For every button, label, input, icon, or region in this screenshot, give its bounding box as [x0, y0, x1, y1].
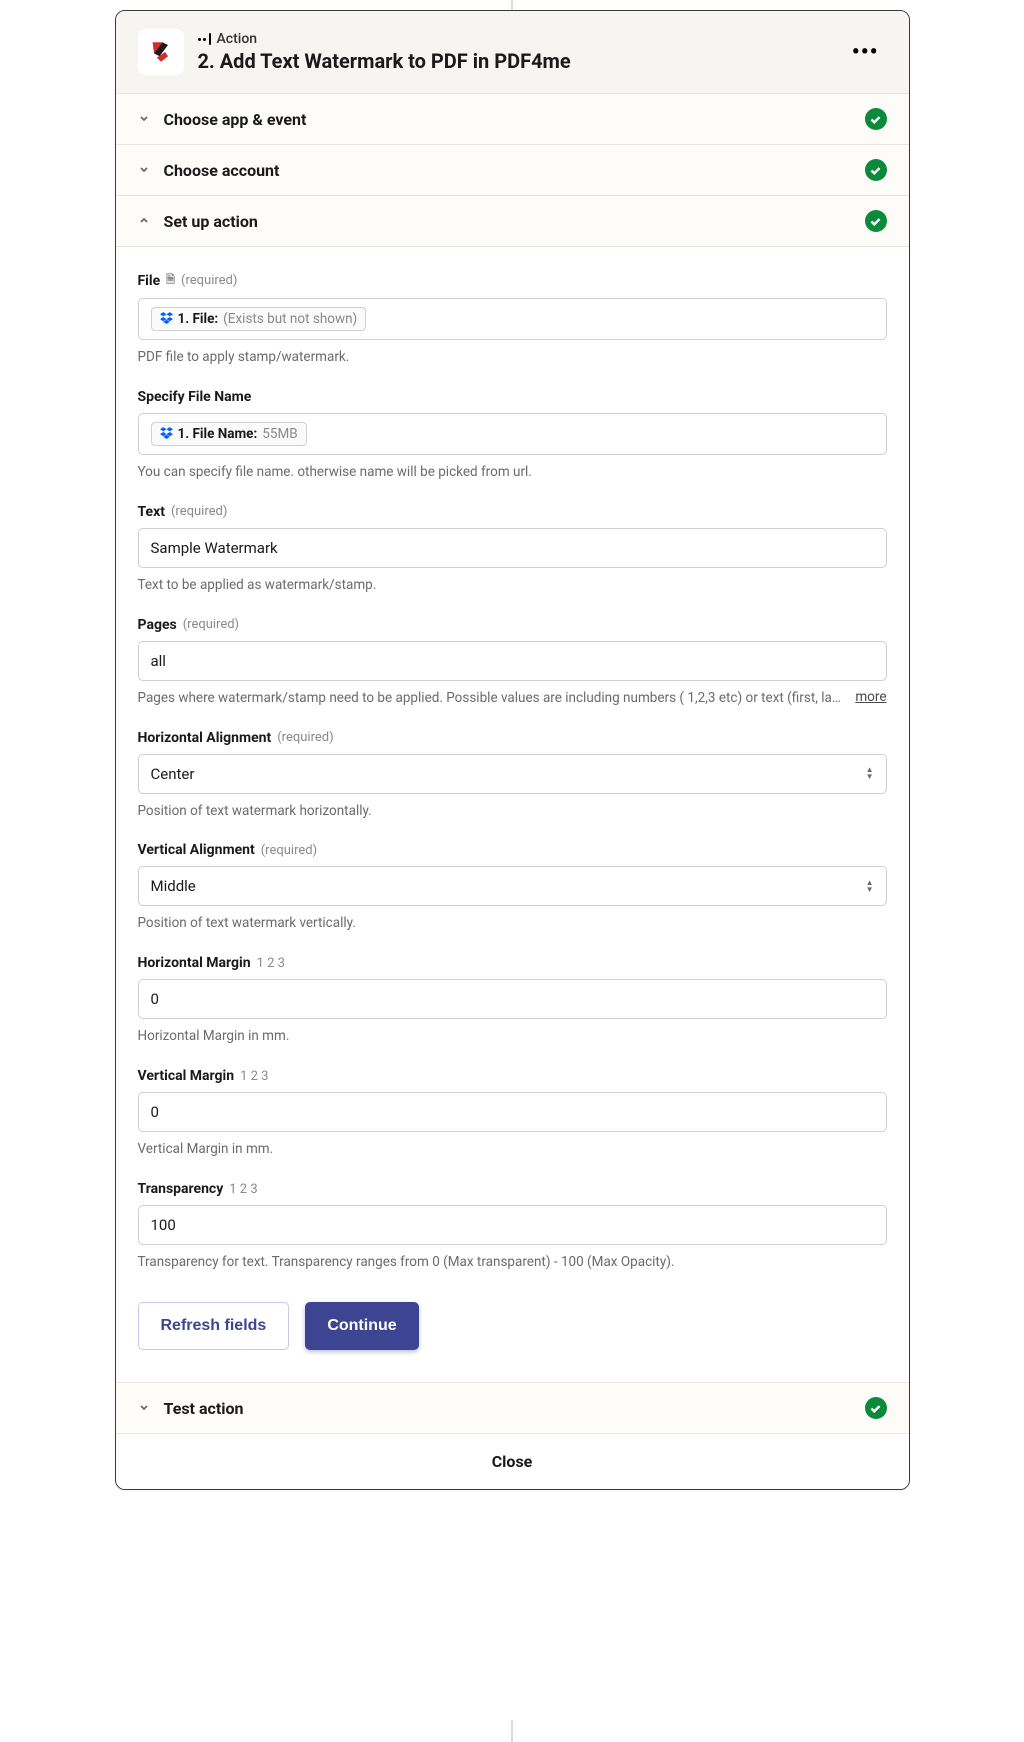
field-label-text: Transparency — [138, 1181, 224, 1197]
complete-check-icon — [865, 210, 887, 232]
field-halign: Horizontal Alignment (required) Center ▲… — [138, 730, 887, 821]
field-label-text: Pages — [138, 617, 177, 633]
required-tag: (required) — [277, 730, 333, 745]
hmargin-input[interactable]: 0 — [138, 979, 887, 1019]
chevron-down-icon — [138, 163, 154, 178]
valign-select[interactable]: Middle ▲▼ — [138, 866, 887, 906]
hmargin-value: 0 — [151, 990, 159, 1008]
field-label-text: Horizontal Margin — [138, 955, 251, 971]
header-eyebrow: Action — [198, 31, 830, 47]
pages-input[interactable]: all — [138, 641, 887, 681]
dropbox-icon — [160, 311, 173, 327]
field-label-text: Vertical Alignment — [138, 842, 255, 858]
required-tag: (required) — [261, 843, 317, 858]
field-pages: Pages (required) all Pages where waterma… — [138, 617, 887, 708]
complete-check-icon — [865, 1397, 887, 1419]
file-type-icon: 🗎 — [166, 271, 175, 290]
help-text: PDF file to apply stamp/watermark. — [138, 348, 887, 367]
field-file: File 🗎 (required) 1. File: (Exists but n… — [138, 271, 887, 367]
section-label: Set up action — [164, 212, 865, 231]
field-label-text: Text — [138, 504, 165, 520]
help-text: Horizontal Margin in mm. — [138, 1027, 887, 1046]
help-text: Transparency for text. Transparency rang… — [138, 1253, 887, 1272]
field-label-text: Specify File Name — [138, 389, 252, 405]
field-hmargin: Horizontal Margin 1 2 3 0 Horizontal Mar… — [138, 955, 887, 1046]
pill-value: (Exists but not shown) — [223, 311, 357, 327]
action-buttons: Refresh fields Continue — [138, 1302, 887, 1350]
action-panel: Action 2. Add Text Watermark to PDF in P… — [115, 10, 910, 1490]
section-test[interactable]: Test action — [116, 1383, 909, 1434]
numeric-hint: 1 2 3 — [240, 1069, 268, 1084]
panel-header: Action 2. Add Text Watermark to PDF in P… — [116, 11, 909, 94]
section-app-event[interactable]: Choose app & event — [116, 94, 909, 145]
field-text: Text (required) Sample Watermark Text to… — [138, 504, 887, 595]
numeric-hint: 1 2 3 — [229, 1182, 257, 1197]
filename-input[interactable]: 1. File Name: 55MB — [138, 413, 887, 455]
chevron-down-icon — [138, 112, 154, 127]
vmargin-input[interactable]: 0 — [138, 1092, 887, 1132]
select-arrows-icon: ▲▼ — [866, 767, 874, 780]
required-tag: (required) — [171, 504, 227, 519]
continue-button[interactable]: Continue — [305, 1302, 418, 1350]
field-label-text: File — [138, 273, 161, 289]
halign-select[interactable]: Center ▲▼ — [138, 754, 887, 794]
field-valign: Vertical Alignment (required) Middle ▲▼ … — [138, 842, 887, 933]
app-icon-pdf4me — [138, 29, 184, 75]
field-vmargin: Vertical Margin 1 2 3 0 Vertical Margin … — [138, 1068, 887, 1159]
required-tag: (required) — [183, 617, 239, 632]
help-text: Vertical Margin in mm. — [138, 1140, 887, 1159]
dropbox-icon — [160, 426, 173, 442]
vmargin-value: 0 — [151, 1103, 159, 1121]
text-value: Sample Watermark — [151, 539, 278, 557]
field-transparency: Transparency 1 2 3 100 Transparency for … — [138, 1181, 887, 1272]
flow-connector-bottom — [511, 1720, 513, 1742]
field-label-text: Horizontal Alignment — [138, 730, 272, 746]
section-label: Choose account — [164, 161, 865, 180]
help-text: Position of text watermark vertically. — [138, 914, 887, 933]
refresh-fields-button[interactable]: Refresh fields — [138, 1302, 290, 1350]
complete-check-icon — [865, 108, 887, 130]
action-type-icon — [198, 33, 211, 45]
mapped-value-pill[interactable]: 1. File Name: 55MB — [151, 422, 307, 446]
pages-value: all — [151, 652, 166, 670]
file-input[interactable]: 1. File: (Exists but not shown) — [138, 298, 887, 340]
text-input[interactable]: Sample Watermark — [138, 528, 887, 568]
required-tag: (required) — [181, 273, 237, 288]
eyebrow-text: Action — [217, 31, 258, 47]
more-link[interactable]: more — [855, 689, 886, 705]
field-label-text: Vertical Margin — [138, 1068, 235, 1084]
field-filename: Specify File Name 1. File Name: 55MB You… — [138, 389, 887, 482]
section-account[interactable]: Choose account — [116, 145, 909, 196]
section-setup[interactable]: Set up action — [116, 196, 909, 247]
chevron-down-icon — [138, 1401, 154, 1416]
pill-value: 55MB — [262, 426, 297, 442]
transparency-value: 100 — [151, 1216, 176, 1234]
pill-prefix: 1. File Name: — [178, 426, 258, 442]
help-text: Pages where watermark/stamp need to be a… — [138, 689, 844, 708]
section-label: Choose app & event — [164, 110, 865, 129]
section-label: Test action — [164, 1399, 865, 1418]
complete-check-icon — [865, 159, 887, 181]
panel-title: 2. Add Text Watermark to PDF in PDF4me — [198, 49, 830, 73]
help-text: Position of text watermark horizontally. — [138, 802, 887, 821]
more-options-button[interactable]: ••• — [844, 36, 887, 69]
mapped-value-pill[interactable]: 1. File: (Exists but not shown) — [151, 307, 367, 331]
pill-prefix: 1. File: — [178, 311, 219, 327]
setup-body: File 🗎 (required) 1. File: (Exists but n… — [116, 247, 909, 1383]
help-text: You can specify file name. otherwise nam… — [138, 463, 887, 482]
valign-value: Middle — [151, 877, 196, 895]
transparency-input[interactable]: 100 — [138, 1205, 887, 1245]
halign-value: Center — [151, 765, 195, 783]
help-text: Text to be applied as watermark/stamp. — [138, 576, 887, 595]
chevron-up-icon — [138, 214, 154, 229]
numeric-hint: 1 2 3 — [257, 956, 285, 971]
select-arrows-icon: ▲▼ — [866, 880, 874, 893]
close-button[interactable]: Close — [116, 1434, 909, 1489]
